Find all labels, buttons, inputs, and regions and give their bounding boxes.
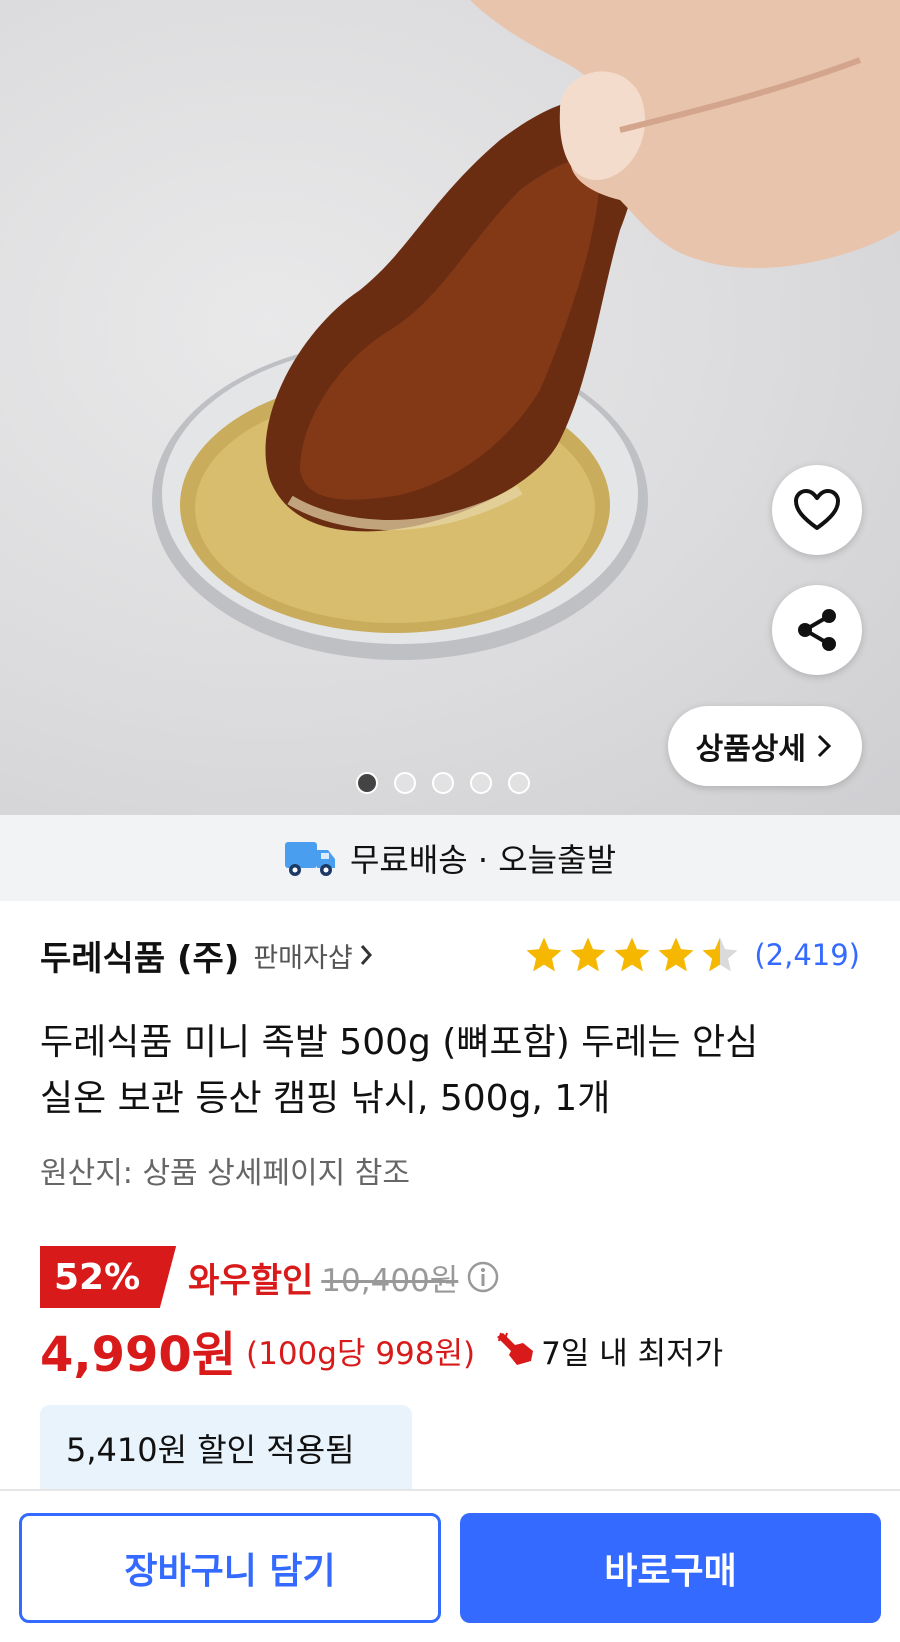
product-photo: [152, 0, 900, 660]
origin-info: 원산지: 상품 상세페이지 참조: [40, 1156, 410, 1191]
wishlist-button[interactable]: [772, 465, 862, 555]
seller-shop-label: 판매자샵: [253, 942, 353, 974]
seller-shop-link[interactable]: 판매자샵: [253, 936, 372, 975]
star-icon: [570, 937, 606, 972]
buy-now-button[interactable]: 바로구매: [460, 1513, 881, 1623]
delivery-text: 무료배송 · 오늘출발: [349, 841, 617, 879]
applied-discount-box: 5,410원 할인 적용됨: [40, 1405, 412, 1491]
chevron-right-icon: [360, 945, 372, 965]
product-title-line: 실온 보관 등산 캠핑 낚시, 500g, 1개: [40, 1078, 611, 1119]
delivery-truck-icon: [284, 842, 335, 876]
info-icon: [468, 1261, 499, 1293]
carousel-indicator: [356, 772, 530, 794]
discount-row: 52% 와우할인 10,400원: [40, 1246, 500, 1308]
share-button[interactable]: [772, 585, 862, 675]
carousel-dot[interactable]: [394, 772, 416, 794]
product-title: 두레식품 미니 족발 500g (뼈포함) 두레는 안심 실온 보관 등산 캠핑…: [40, 1015, 870, 1127]
price-info-button[interactable]: [466, 1260, 500, 1294]
carousel-dot[interactable]: [432, 772, 454, 794]
half-star-icon: [702, 937, 738, 972]
wow-discount-label: 와우할인: [188, 1260, 314, 1301]
star-icon: [526, 937, 562, 972]
seller-name[interactable]: 두레식품 (주): [40, 931, 239, 980]
add-to-cart-button[interactable]: 장바구니 담기: [19, 1513, 441, 1623]
share-icon: [798, 609, 836, 651]
carousel-dot[interactable]: [470, 772, 492, 794]
original-price: 10,400원: [321, 1262, 459, 1299]
product-title-line: 두레식품 미니 족발 500g (뼈포함) 두레는 안심: [40, 1022, 759, 1063]
lowest-price-badge: 7일 내 최저가: [495, 1328, 723, 1373]
star-rating[interactable]: (2,419): [524, 935, 860, 975]
star-icon: [614, 937, 650, 972]
chevron-right-icon: [817, 734, 832, 758]
star-icon: [658, 937, 694, 972]
review-count[interactable]: (2,419): [754, 938, 860, 972]
pointing-hand-icon: [497, 1332, 534, 1365]
bottom-action-bar: 장바구니 담기 바로구매: [0, 1489, 900, 1642]
lowest-price-label: 7일 내 최저가: [541, 1335, 724, 1372]
discount-rate-badge: 52%: [40, 1246, 177, 1308]
carousel-dot[interactable]: [356, 772, 378, 794]
carousel-dot[interactable]: [508, 772, 530, 794]
product-image-carousel[interactable]: 상품상세: [0, 0, 900, 815]
product-detail-button[interactable]: 상품상세: [667, 706, 862, 786]
final-price-row: 4,990원 (100g당 998원) 7일 내 최저가: [40, 1318, 723, 1383]
delivery-banner: 무료배송 · 오늘출발: [0, 815, 900, 901]
product-detail-label: 상품상세: [695, 732, 806, 767]
heart-icon: [794, 489, 840, 530]
seller-row: 두레식품 (주) 판매자샵 (2,419): [40, 925, 860, 985]
applied-discount-text: 5,410원 할인 적용됨: [66, 1431, 355, 1469]
unit-price: (100g당 998원): [246, 1335, 476, 1372]
final-price: 4,990원: [40, 1327, 236, 1383]
